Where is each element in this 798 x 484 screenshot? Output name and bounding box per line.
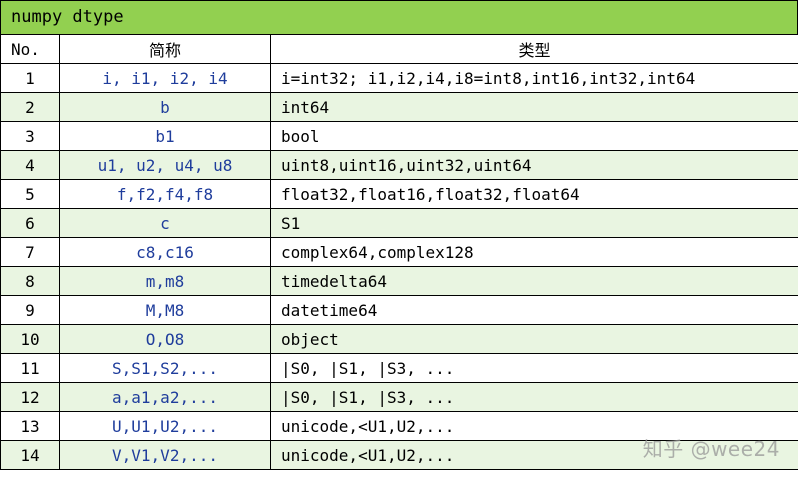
cell-type: complex64,complex128 xyxy=(270,237,798,267)
table-row: 3 b1 bool xyxy=(0,121,798,151)
cell-no: 14 xyxy=(0,440,60,470)
cell-abbr: c8,c16 xyxy=(59,237,271,267)
cell-type: datetime64 xyxy=(270,295,798,325)
cell-abbr: u1, u2, u4, u8 xyxy=(59,150,271,180)
cell-type: i=int32; i1,i2,i4,i8=int8,int16,int32,in… xyxy=(270,63,798,93)
cell-abbr: a,a1,a2,... xyxy=(59,382,271,412)
cell-abbr: O,O8 xyxy=(59,324,271,354)
dtype-table-container: numpy dtype No. 简称 类型 1 i, i1, i2, i4 i=in… xyxy=(0,0,798,470)
table-title: numpy dtype xyxy=(0,0,798,34)
header-no: No. xyxy=(0,34,60,64)
cell-no: 3 xyxy=(0,121,60,151)
table-row: 9 M,M8 datetime64 xyxy=(0,295,798,325)
cell-type: S1 xyxy=(270,208,798,238)
cell-type: int64 xyxy=(270,92,798,122)
cell-abbr: f,f2,f4,f8 xyxy=(59,179,271,209)
cell-no: 1 xyxy=(0,63,60,93)
cell-type: |S0, |S1, |S3, ... xyxy=(270,353,798,383)
dtype-table: No. 简称 类型 1 i, i1, i2, i4 i=int32; i1,i2,i… xyxy=(0,34,798,470)
table-row: 7 c8,c16 complex64,complex128 xyxy=(0,237,798,267)
cell-type: timedelta64 xyxy=(270,266,798,296)
table-row: 11 S,S1,S2,... |S0, |S1, |S3, ... xyxy=(0,353,798,383)
cell-no: 12 xyxy=(0,382,60,412)
cell-no: 10 xyxy=(0,324,60,354)
cell-no: 13 xyxy=(0,411,60,441)
table-row: 2 b int64 xyxy=(0,92,798,122)
cell-type: |S0, |S1, |S3, ... xyxy=(270,382,798,412)
table-row: 10 O,O8 object xyxy=(0,324,798,354)
cell-no: 8 xyxy=(0,266,60,296)
table-row: 6 c S1 xyxy=(0,208,798,238)
cell-abbr: i, i1, i2, i4 xyxy=(59,63,271,93)
table-row: 8 m,m8 timedelta64 xyxy=(0,266,798,296)
cell-type: float32,float16,float32,float64 xyxy=(270,179,798,209)
watermark: 知乎 @wee24 xyxy=(642,437,780,461)
header-row: No. 简称 类型 xyxy=(0,34,798,64)
cell-abbr: m,m8 xyxy=(59,266,271,296)
table-row: 4 u1, u2, u4, u8 uint8,uint16,uint32,uint6… xyxy=(0,150,798,180)
cell-no: 2 xyxy=(0,92,60,122)
header-type: 类型 xyxy=(270,34,798,64)
table-row: 12 a,a1,a2,... |S0, |S1, |S3, ... xyxy=(0,382,798,412)
cell-no: 7 xyxy=(0,237,60,267)
cell-abbr: S,S1,S2,... xyxy=(59,353,271,383)
cell-type: bool xyxy=(270,121,798,151)
cell-abbr: V,V1,V2,... xyxy=(59,440,271,470)
cell-abbr: U,U1,U2,... xyxy=(59,411,271,441)
cell-type: object xyxy=(270,324,798,354)
table-row: 1 i, i1, i2, i4 i=int32; i1,i2,i4,i8=int8,… xyxy=(0,63,798,93)
cell-abbr: c xyxy=(59,208,271,238)
cell-no: 9 xyxy=(0,295,60,325)
cell-no: 5 xyxy=(0,179,60,209)
table-body: 1 i, i1, i2, i4 i=int32; i1,i2,i4,i8=int8,… xyxy=(0,63,798,470)
cell-type: uint8,uint16,uint32,uint64 xyxy=(270,150,798,180)
cell-no: 4 xyxy=(0,150,60,180)
table-row: 5 f,f2,f4,f8 float32,float16,float32,float… xyxy=(0,179,798,209)
cell-no: 11 xyxy=(0,353,60,383)
cell-abbr: b xyxy=(59,92,271,122)
header-abbr: 简称 xyxy=(59,34,271,64)
cell-no: 6 xyxy=(0,208,60,238)
cell-abbr: M,M8 xyxy=(59,295,271,325)
cell-abbr: b1 xyxy=(59,121,271,151)
